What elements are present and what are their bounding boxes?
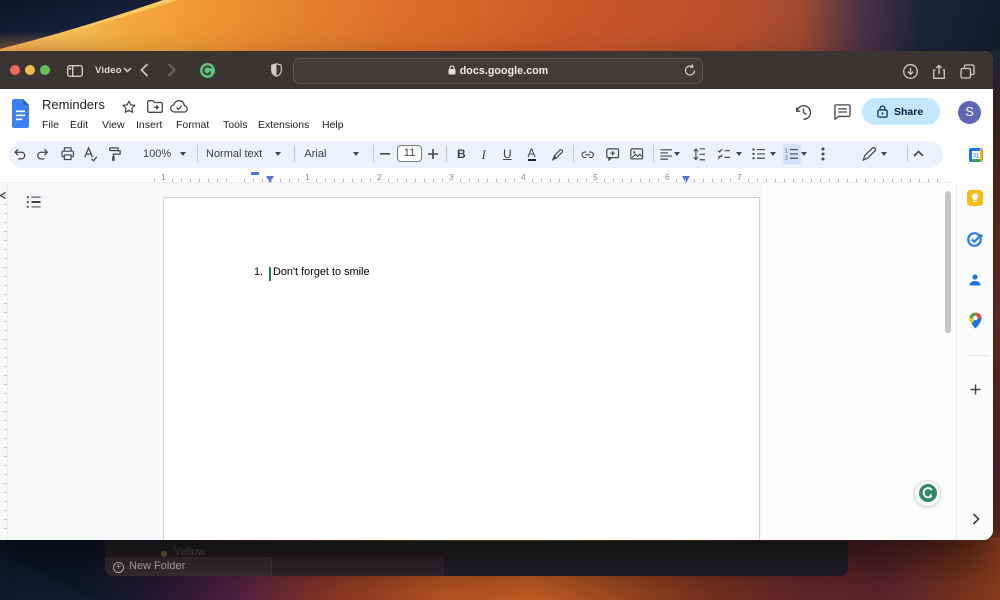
svg-text:2: 2 <box>785 156 788 160</box>
svg-text:1: 1 <box>785 149 788 155</box>
svg-text:31: 31 <box>973 154 980 160</box>
